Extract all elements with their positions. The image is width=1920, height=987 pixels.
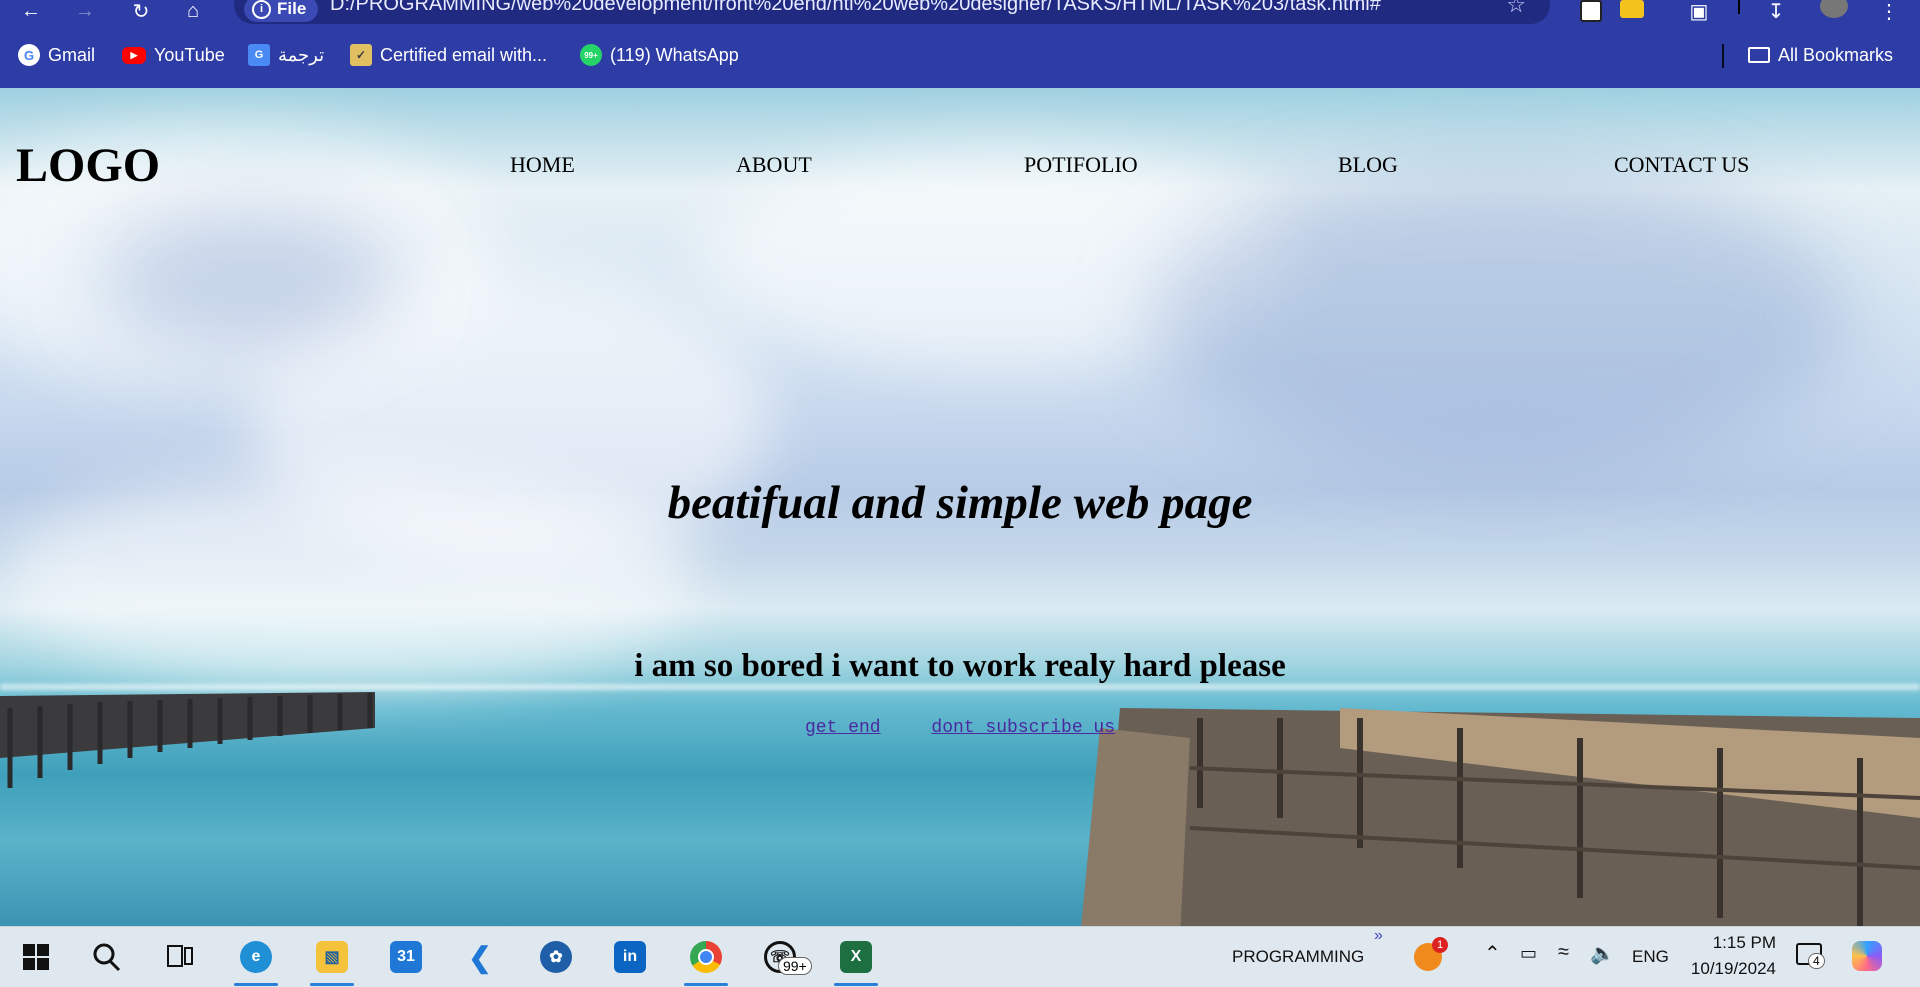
certified-email-icon: ✓ [350, 44, 372, 66]
hero-links: get end dont subscribe us [0, 718, 1920, 738]
google-icon: G [18, 44, 40, 66]
web-page-hero: LOGO HOME ABOUT POTIFOLIO BLOG CONTACT U… [0, 88, 1920, 926]
forward-arrow-icon[interactable]: → [72, 0, 98, 22]
wifi-icon[interactable]: ≈ [1558, 941, 1569, 964]
search-icon[interactable] [86, 937, 126, 977]
windows-start-icon[interactable] [16, 937, 56, 977]
nav-contact-us[interactable]: CONTACT US [1614, 152, 1749, 178]
windows-taskbar: e ▧ 31 ❮ ✿ in ☏ 99+ X PROGRAMMING » 1 ⌃ ▭… [0, 926, 1920, 987]
profile-avatar[interactable] [1820, 0, 1848, 18]
get-end-link[interactable]: get end [805, 718, 881, 738]
calendar-icon[interactable]: 31 [386, 937, 426, 977]
bookmark-label: Gmail [48, 44, 96, 65]
toolbar-expand-chevron-icon[interactable]: » [1374, 927, 1383, 945]
background-cloud-shadow [1150, 168, 1850, 468]
nav-home[interactable]: HOME [510, 152, 575, 178]
all-bookmarks-label: All Bookmarks [1778, 44, 1894, 65]
clock-time[interactable]: 1:15 PM [1696, 933, 1776, 953]
bookmarks-divider [1722, 44, 1724, 68]
translate-icon: G [248, 44, 270, 66]
left-pier-image [0, 692, 375, 788]
battery-icon[interactable]: ▭ [1520, 943, 1537, 964]
url-text[interactable]: D:/PROGRAMMING/web%20development/front%2… [330, 0, 1381, 16]
linkedin-icon[interactable]: in [610, 937, 650, 977]
bookmark-star-icon[interactable]: ☆ [1506, 0, 1526, 18]
notification-count-badge: 4 [1808, 953, 1825, 969]
dont-subscribe-link[interactable]: dont subscribe us [931, 718, 1115, 738]
home-icon[interactable]: ⌂ [180, 0, 206, 22]
bookmarks-bar: G Gmail ▶ YouTube G ترجمة ✓ Certified em… [0, 26, 1920, 88]
bookmark-youtube[interactable]: ▶ YouTube [122, 42, 225, 68]
show-hidden-icons-chevron-icon[interactable]: ⌃ [1484, 941, 1501, 966]
right-pier-image [1081, 708, 1920, 926]
nav-portfolio[interactable]: POTIFOLIO [1024, 152, 1138, 178]
notification-badge: 1 [1432, 937, 1448, 953]
toolbar-divider [1738, 0, 1740, 14]
bookmark-label: YouTube [154, 44, 225, 65]
task-view-icon[interactable] [160, 937, 200, 977]
language-indicator[interactable]: ENG [1632, 947, 1669, 967]
bookmark-certified-email[interactable]: ✓ Certified email with... [350, 42, 547, 68]
info-icon: i [252, 0, 271, 19]
notification-center-icon[interactable]: 4 [1796, 943, 1825, 969]
all-bookmarks-button[interactable]: All Bookmarks [1748, 42, 1893, 68]
nav-about[interactable]: ABOUT [736, 152, 812, 178]
davinci-resolve-icon[interactable]: ✿ [536, 937, 576, 977]
browser-toolbar: ← → ↻ ⌂ i File D:/PROGRAMMING/web%20deve… [0, 0, 1920, 26]
taskbar-toolbar-label[interactable]: PROGRAMMING [1232, 947, 1364, 967]
whatsapp-taskbar-icon[interactable]: ☏ 99+ [760, 937, 812, 977]
hero-headline: beatifual and simple web page [667, 477, 1253, 529]
menu-kebab-icon[interactable]: ⋮ [1876, 0, 1902, 23]
background-cloud-shadow [100, 208, 400, 348]
bookmark-whatsapp[interactable]: 99+ (119) WhatsApp [580, 42, 739, 68]
notion-extension-icon[interactable] [1580, 0, 1602, 22]
bookmark-gmail[interactable]: G Gmail [18, 42, 95, 68]
bulb-extension-icon[interactable] [1620, 0, 1644, 18]
nav-blog[interactable]: BLOG [1338, 152, 1398, 178]
whatsapp-icon: 99+ [580, 44, 602, 66]
back-arrow-icon[interactable]: ← [18, 0, 44, 22]
bookmark-label: Certified email with... [380, 44, 548, 65]
whatsapp-unread-badge: 99+ [778, 957, 812, 975]
extensions-puzzle-icon[interactable]: ▣ [1686, 0, 1712, 23]
file-chip-label: File [277, 0, 307, 18]
address-bar[interactable]: i File D:/PROGRAMMING/web%20development/… [234, 0, 1550, 24]
excel-icon[interactable]: X [834, 937, 878, 986]
folder-icon [1748, 47, 1770, 63]
vscode-icon[interactable]: ❮ [460, 937, 500, 977]
hero-subheadline: i am so bored i want to work realy hard … [634, 648, 1286, 684]
site-logo[interactable]: LOGO [16, 138, 160, 193]
orange-app-icon[interactable]: 1 [1414, 937, 1448, 971]
speaker-muted-icon[interactable]: 🔈 [1590, 941, 1615, 966]
download-icon[interactable]: ↧ [1763, 0, 1789, 23]
clock-date[interactable]: 10/19/2024 [1680, 959, 1776, 979]
bookmark-label: (119) WhatsApp [610, 44, 739, 65]
youtube-icon: ▶ [122, 46, 146, 64]
site-info-chip[interactable]: i File [244, 0, 319, 22]
file-explorer-icon[interactable]: ▧ [310, 937, 354, 986]
bookmark-label: ترجمة [278, 44, 325, 65]
copilot-icon[interactable] [1852, 941, 1882, 971]
bookmark-translate[interactable]: G ترجمة [248, 42, 324, 68]
reload-icon[interactable]: ↻ [128, 0, 154, 23]
edge-browser-icon[interactable]: e [234, 937, 278, 986]
chrome-icon[interactable] [684, 937, 728, 986]
